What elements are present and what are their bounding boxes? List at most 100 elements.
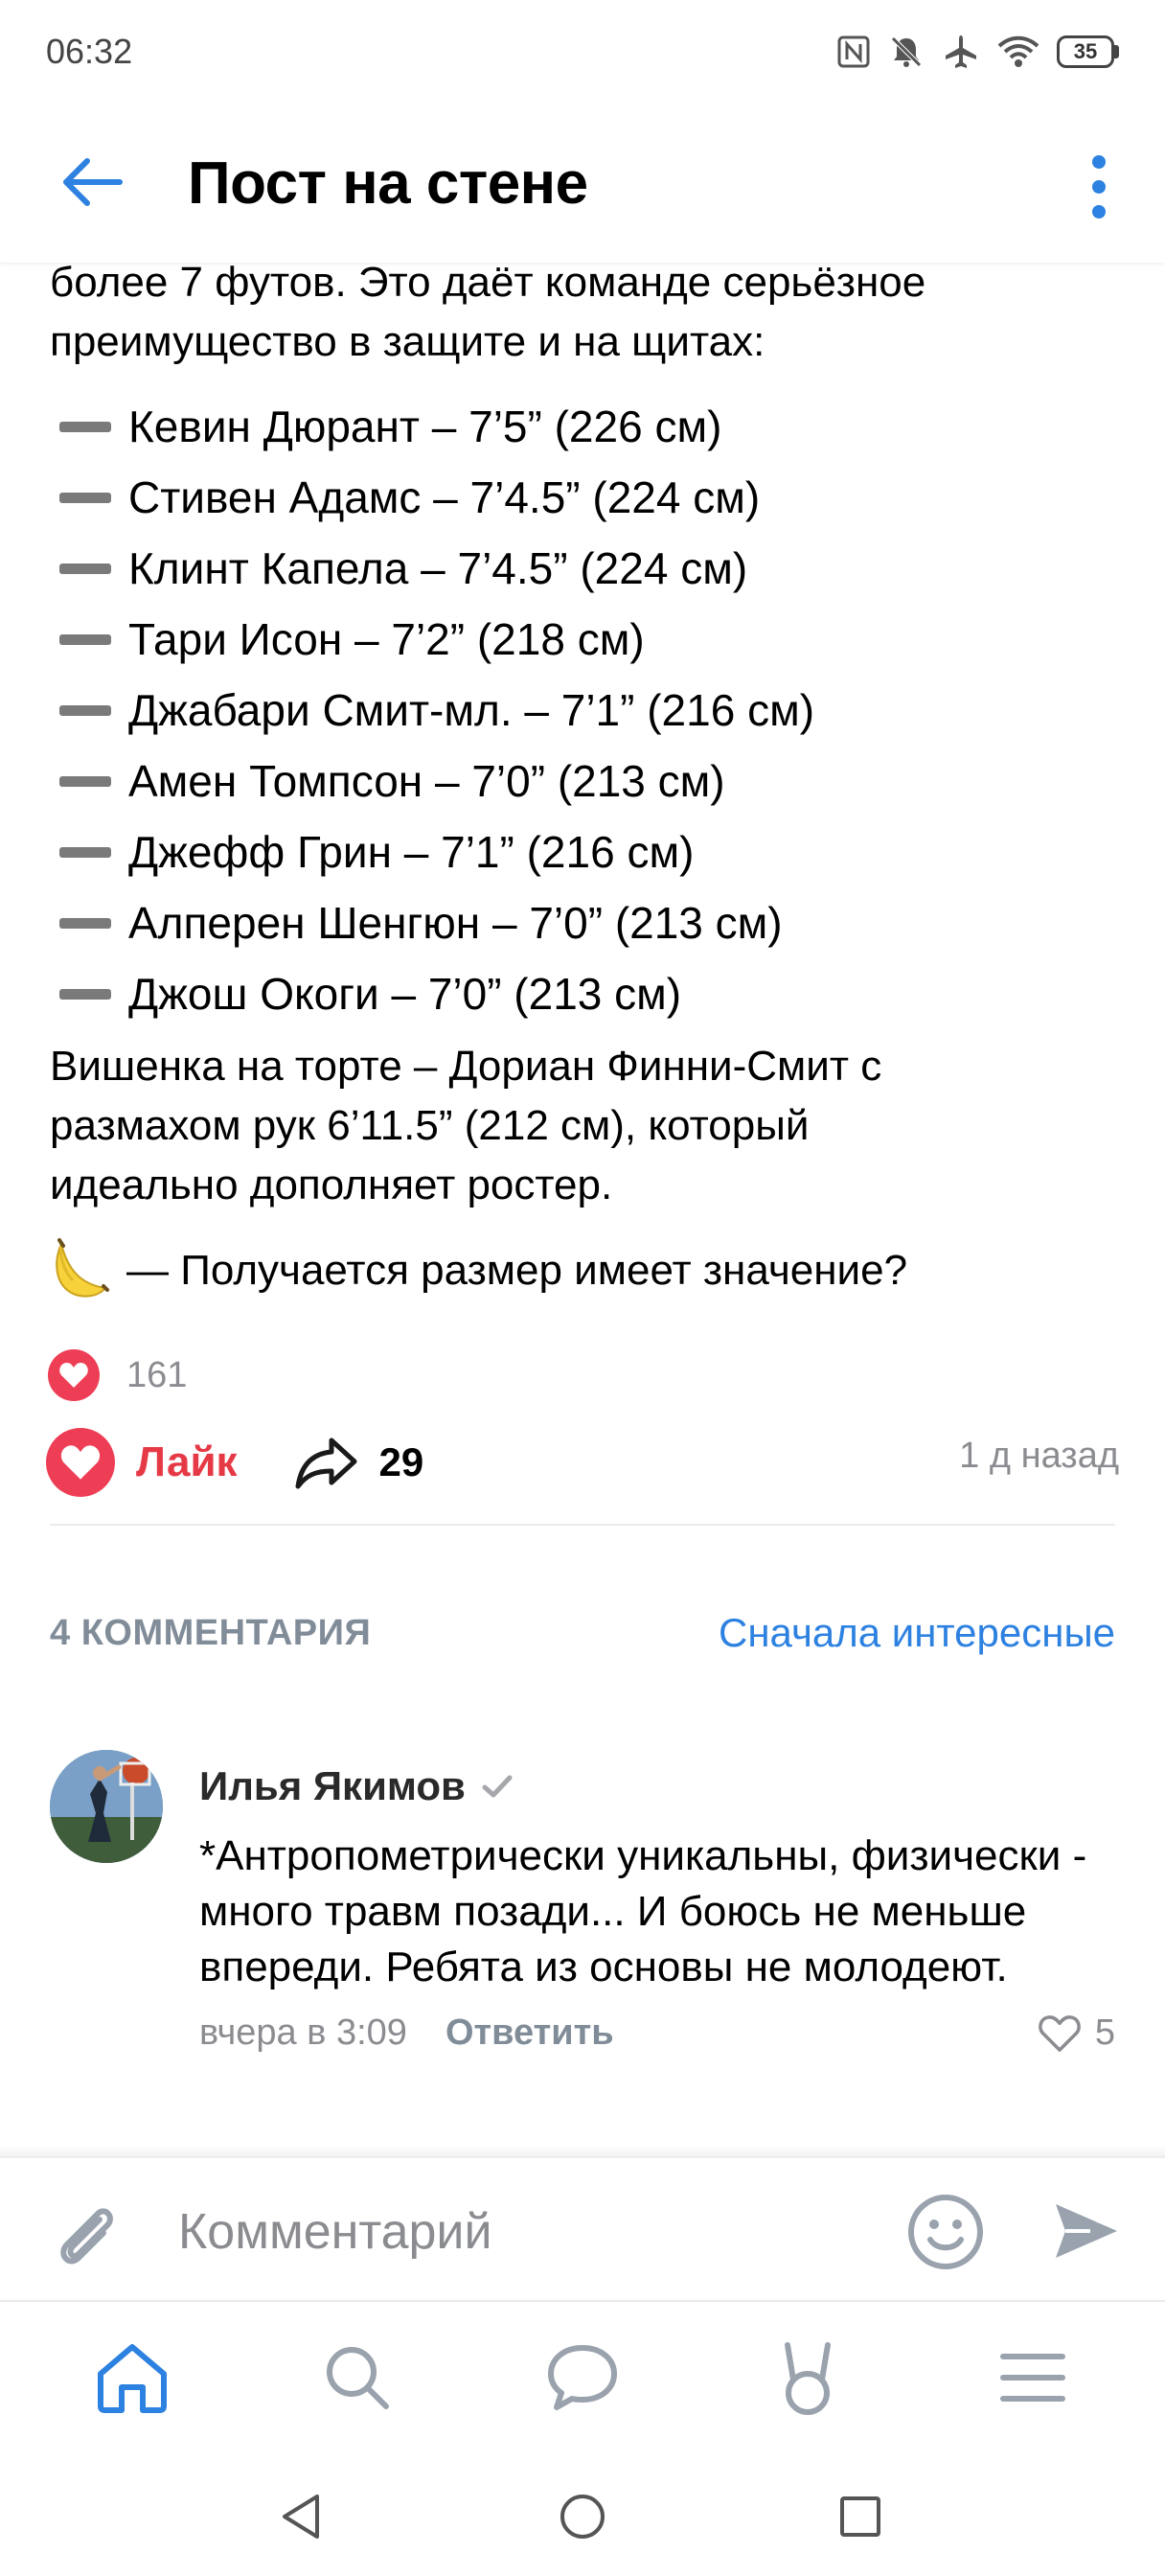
comment-author[interactable]: Илья Якимов [199,1763,1115,1809]
back-button[interactable] [57,153,126,211]
player-entry: Кевин Дюрант – 7’5” (226 см) [128,402,722,451]
send-icon [1056,2204,1117,2258]
page-title: Пост на стене [188,150,588,217]
list-item: Стивен Адамс – 7’4.5” (224 см) [50,462,1123,533]
heart-outline-icon [1039,2014,1081,2052]
post-body: более 7 футов. Это даёт команде серьёзно… [50,253,1123,1303]
bottom-navigation [0,2300,1165,2453]
share-count: 29 [378,1439,424,1484]
wifi-icon [997,35,1039,67]
dash-icon [59,775,111,787]
player-entry: Джефф Грин – 7’1” (216 см) [128,827,695,877]
player-entry: Тари Исон – 7’2” (218 см) [128,614,645,664]
chat-bubble-icon [547,2345,617,2410]
player-entry: Джабари Смит-мл. – 7’1” (216 см) [128,685,815,735]
system-home-button[interactable] [556,2490,609,2543]
like-button[interactable]: Лайк [46,1428,238,1497]
player-entry: Джош Окоги – 7’0” (213 см) [128,969,682,1019]
airplane-icon [946,35,976,68]
list-item: Клинт Капела – 7’4.5” (224 см) [50,533,1123,604]
comment-input[interactable] [178,2198,868,2266]
dash-icon [59,421,111,432]
comment-date: вчера в 3:09 [199,2012,407,2053]
comment-like-button[interactable]: 5 [1038,2012,1115,2054]
dash-icon [59,704,111,716]
list-item: Джабари Смит-мл. – 7’1” (216 см) [50,675,1123,746]
more-dot-icon [1092,205,1106,218]
circle-home-icon [560,2495,605,2539]
nav-messages[interactable] [525,2320,640,2435]
square-recents-icon [840,2496,880,2537]
app-header: Пост на стене [0,104,1165,263]
verified-icon [482,1775,513,1798]
more-options-button[interactable] [1085,155,1113,218]
triangle-back-icon [283,2495,319,2539]
player-entry: Амен Томпсон – 7’0” (213 см) [128,756,725,806]
reactions-summary[interactable]: 161 [48,1349,187,1401]
player-list: Кевин Дюрант – 7’5” (226 см) Стивен Адам… [50,391,1123,1029]
send-button[interactable] [1052,2196,1121,2270]
home-icon [97,2344,167,2413]
avatar[interactable] [50,1750,163,1863]
search-icon [326,2347,389,2409]
system-back-button[interactable] [274,2490,328,2543]
divider [50,1524,1115,1526]
post-text-line: идеально дополняет ростер. [50,1162,613,1208]
emoji-button[interactable] [906,2193,985,2276]
dash-icon [59,988,111,1000]
banana-icon [56,1238,109,1298]
author-name: Илья Якимов [199,1763,466,1808]
status-bar: 06:32 35 [0,0,1165,104]
player-entry: Алперен Шенгюн – 7’0” (213 см) [128,898,783,948]
dash-icon [59,917,111,929]
comment-text: *Антропометрически уникальны, физически … [199,1832,1087,1990]
reactions-count: 161 [126,1354,188,1395]
dash-icon [59,846,111,858]
list-item: Джефф Грин – 7’1” (216 см) [50,816,1123,887]
share-icon [295,1438,357,1489]
nav-home[interactable] [75,2320,190,2435]
comments-header: 4 КОММЕНТАРИЯ Сначала интересные [50,1610,1115,1656]
post-text-line: размахом рук 6’11.5” (212 см), который [50,1102,810,1149]
system-navigation [0,2453,1165,2576]
more-dot-icon [1092,155,1106,169]
system-recents-button[interactable] [834,2490,887,2543]
heart-filled-icon [46,1428,115,1497]
smile-icon [908,2195,983,2269]
comment-meta: вчера в 3:09 Ответить [199,2012,1115,2054]
nfc-icon [837,35,870,68]
list-item: Джош Окоги – 7’0” (213 см) [50,958,1123,1029]
list-item: Амен Томпсон – 7’0” (213 см) [50,746,1123,816]
post-question: — Получается размер имеет значение? [50,1238,1123,1303]
post-text-line: преимущество в защите и на щитах: [50,318,765,365]
status-time: 06:32 [46,32,133,71]
dash-icon [59,633,111,645]
post-timestamp: 1 д назад [959,1436,1119,1476]
post-closing: Вишенка на торте – Дориан Финни-Смит с р… [50,1037,1123,1215]
comment-composer [0,2156,1165,2300]
battery-level: 35 [1057,35,1114,68]
paperclip-icon [60,2208,113,2265]
dash-icon [59,492,111,503]
question-text: — Получается размер имеет значение? [126,1247,908,1294]
nav-search[interactable] [300,2320,415,2435]
comment-body: Илья Якимов *Антропометрически уникальны… [199,1763,1115,2054]
status-icons: 35 [836,33,1119,71]
like-label: Лайк [136,1438,238,1485]
share-button[interactable]: 29 [293,1435,424,1490]
list-item: Тари Исон – 7’2” (218 см) [50,604,1123,675]
battery-icon: 35 [1057,35,1119,68]
arrow-left-icon [63,158,123,206]
attach-button[interactable] [52,2200,125,2278]
player-entry: Стивен Адамс – 7’4.5” (224 см) [128,472,761,522]
nav-menu[interactable] [975,2320,1090,2435]
comments-sort-button[interactable]: Сначала интересные [719,1610,1115,1656]
bell-muted-icon [891,36,922,67]
comment-likes-count: 5 [1094,2012,1115,2053]
list-item: Алперен Шенгюн – 7’0” (213 см) [50,887,1123,958]
more-dot-icon [1092,180,1106,194]
clips-bunny-icon [785,2342,832,2415]
nav-clips[interactable] [750,2320,865,2435]
player-entry: Клинт Капела – 7’4.5” (224 см) [128,543,748,593]
reply-button[interactable]: Ответить [445,2012,614,2054]
